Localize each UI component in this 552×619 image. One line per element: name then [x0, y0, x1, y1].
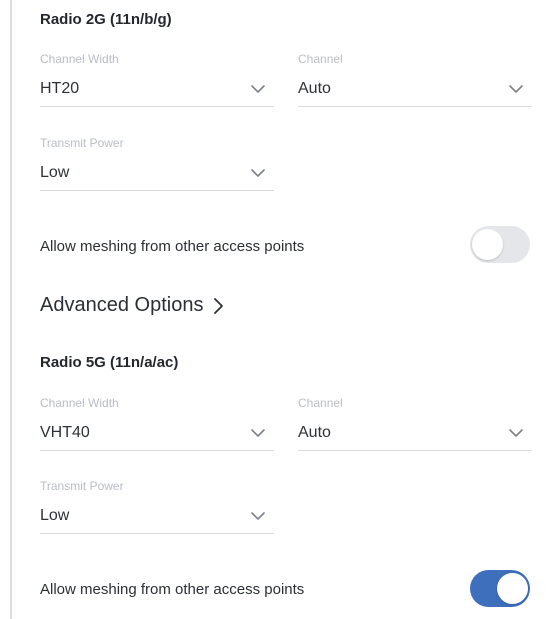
panel-left-border: [10, 0, 12, 619]
chevron-down-icon: [251, 511, 265, 520]
chevron-right-icon: [214, 297, 224, 314]
chevron-down-icon: [509, 84, 523, 93]
radio-2g-meshing-toggle[interactable]: [470, 226, 530, 263]
radio-5g-channel-width-label: Channel Width: [40, 396, 119, 410]
chevron-down-icon: [251, 168, 265, 177]
radio-5g-channel-select[interactable]: Auto: [298, 415, 532, 451]
radio-2g-transmit-power-label: Transmit Power: [40, 136, 124, 150]
chevron-down-icon: [509, 428, 523, 437]
radio-2g-transmit-power-select[interactable]: Low: [40, 155, 274, 191]
radio-2g-channel-label: Channel: [298, 52, 343, 66]
radio-5g-transmit-power-value: Low: [40, 506, 70, 524]
radio-5g-meshing-label: Allow meshing from other access points: [40, 581, 305, 598]
radio-2g-title: Radio 2G (11n/b/g): [40, 11, 172, 28]
radio-2g-meshing-label: Allow meshing from other access points: [40, 238, 305, 255]
radio-2g-channel-select[interactable]: Auto: [298, 71, 532, 107]
toggle-knob: [472, 229, 503, 260]
chevron-down-icon: [251, 428, 265, 437]
radio-5g-meshing-toggle[interactable]: [470, 570, 530, 607]
radio-2g-transmit-power-value: Low: [40, 163, 70, 181]
radio-5g-channel-label: Channel: [298, 396, 343, 410]
radio-5g-channel-value: Auto: [298, 423, 331, 441]
advanced-options-link[interactable]: Advanced Options: [40, 294, 224, 317]
advanced-options-label: Advanced Options: [40, 294, 204, 316]
radio-5g-transmit-power-label: Transmit Power: [40, 479, 124, 493]
toggle-knob: [497, 573, 528, 604]
radio-2g-channel-width-value: HT20: [40, 79, 80, 97]
radio-2g-channel-value: Auto: [298, 79, 331, 97]
radio-5g-channel-width-value: VHT40: [40, 423, 90, 441]
chevron-down-icon: [251, 84, 265, 93]
radio-5g-title: Radio 5G (11n/a/ac): [40, 354, 179, 371]
radio-5g-transmit-power-select[interactable]: Low: [40, 498, 274, 534]
radio-2g-channel-width-select[interactable]: HT20: [40, 71, 274, 107]
radio-5g-channel-width-select[interactable]: VHT40: [40, 415, 274, 451]
radio-2g-channel-width-label: Channel Width: [40, 52, 119, 66]
